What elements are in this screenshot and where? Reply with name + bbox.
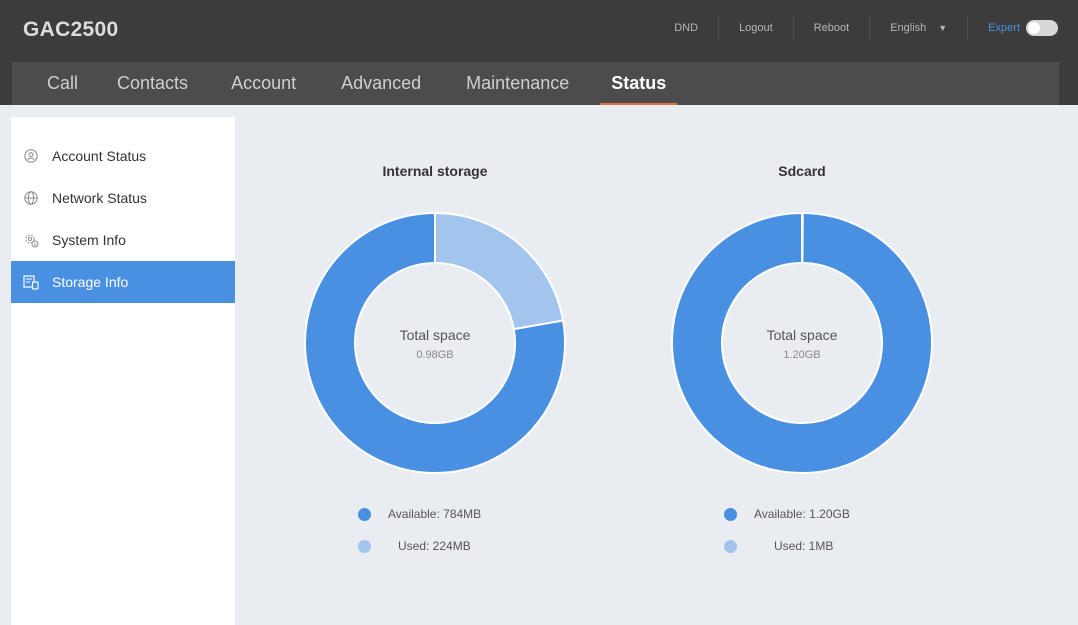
tab-account[interactable]: Account [231,62,296,105]
legend-available-sdcard: Available: 1.20GB [724,507,850,521]
header-links: DND Logout Reboot English ▼ Expert [654,0,1078,56]
user-circle-icon [23,148,39,164]
logout-link[interactable]: Logout [719,16,794,40]
legend-swatch [358,507,371,521]
legend-swatch [358,539,371,553]
tab-contacts[interactable]: Contacts [117,62,188,105]
sidebar-item-system-info[interactable]: System Info [11,219,235,261]
legend-swatch [724,507,737,521]
internal-center-label: Total space 0.98GB [355,327,515,361]
legend-used-internal: Used: 224MB [358,539,471,553]
sidebar: Account Status Network Status System Inf… [11,117,235,625]
sidebar-item-label: Account Status [52,148,147,164]
sidebar-item-account-status[interactable]: Account Status [11,135,235,177]
globe-icon [23,190,39,206]
sidebar-item-network-status[interactable]: Network Status [11,177,235,219]
dnd-link[interactable]: DND [654,16,720,40]
storage-icon [23,274,39,290]
sidebar-item-storage-info[interactable]: Storage Info [11,261,235,303]
tab-call[interactable]: Call [47,62,78,105]
expert-mode: Expert [968,20,1078,36]
tab-maintenance[interactable]: Maintenance [466,62,569,105]
reboot-link[interactable]: Reboot [794,16,871,40]
center-value: 0.98GB [416,349,454,361]
toggle-knob [1028,22,1040,34]
chart-title-sdcard: Sdcard [778,163,826,179]
center-title: Total space [399,327,471,343]
sdcard-center-label: Total space 1.20GB [722,327,882,361]
main-nav: Call Contacts Account Advanced Maintenan… [12,62,1059,105]
legend-swatch [724,539,737,553]
center-value: 1.20GB [783,349,821,361]
gear-info-icon [23,232,39,248]
sidebar-item-label: Network Status [52,190,147,206]
legend-used-sdcard: Used: 1MB [724,539,833,553]
app-logo: GAC2500 [23,18,119,41]
top-bar: GAC2500 DND Logout Reboot English ▼ Expe… [0,0,1078,105]
language-label: English [890,22,927,34]
tab-status[interactable]: Status [600,62,678,105]
center-title: Total space [766,327,838,343]
expert-toggle[interactable] [1026,20,1058,36]
legend-label: Available: 784MB [388,507,482,521]
chart-title-internal: Internal storage [382,163,488,179]
tab-advanced[interactable]: Advanced [341,62,421,105]
sidebar-item-label: Storage Info [52,274,129,290]
legend-label: Used: 224MB [398,539,471,553]
expert-label: Expert [988,22,1020,34]
legend-label: Available: 1.20GB [754,507,850,521]
legend-available-internal: Available: 784MB [358,507,481,521]
legend-label: Used: 1MB [774,539,834,553]
caret-down-icon: ▼ [938,23,948,33]
donut-slice-used [434,211,565,331]
donut-slice-used [801,211,804,265]
language-select[interactable]: English ▼ [870,16,969,40]
sidebar-item-label: System Info [52,232,126,248]
